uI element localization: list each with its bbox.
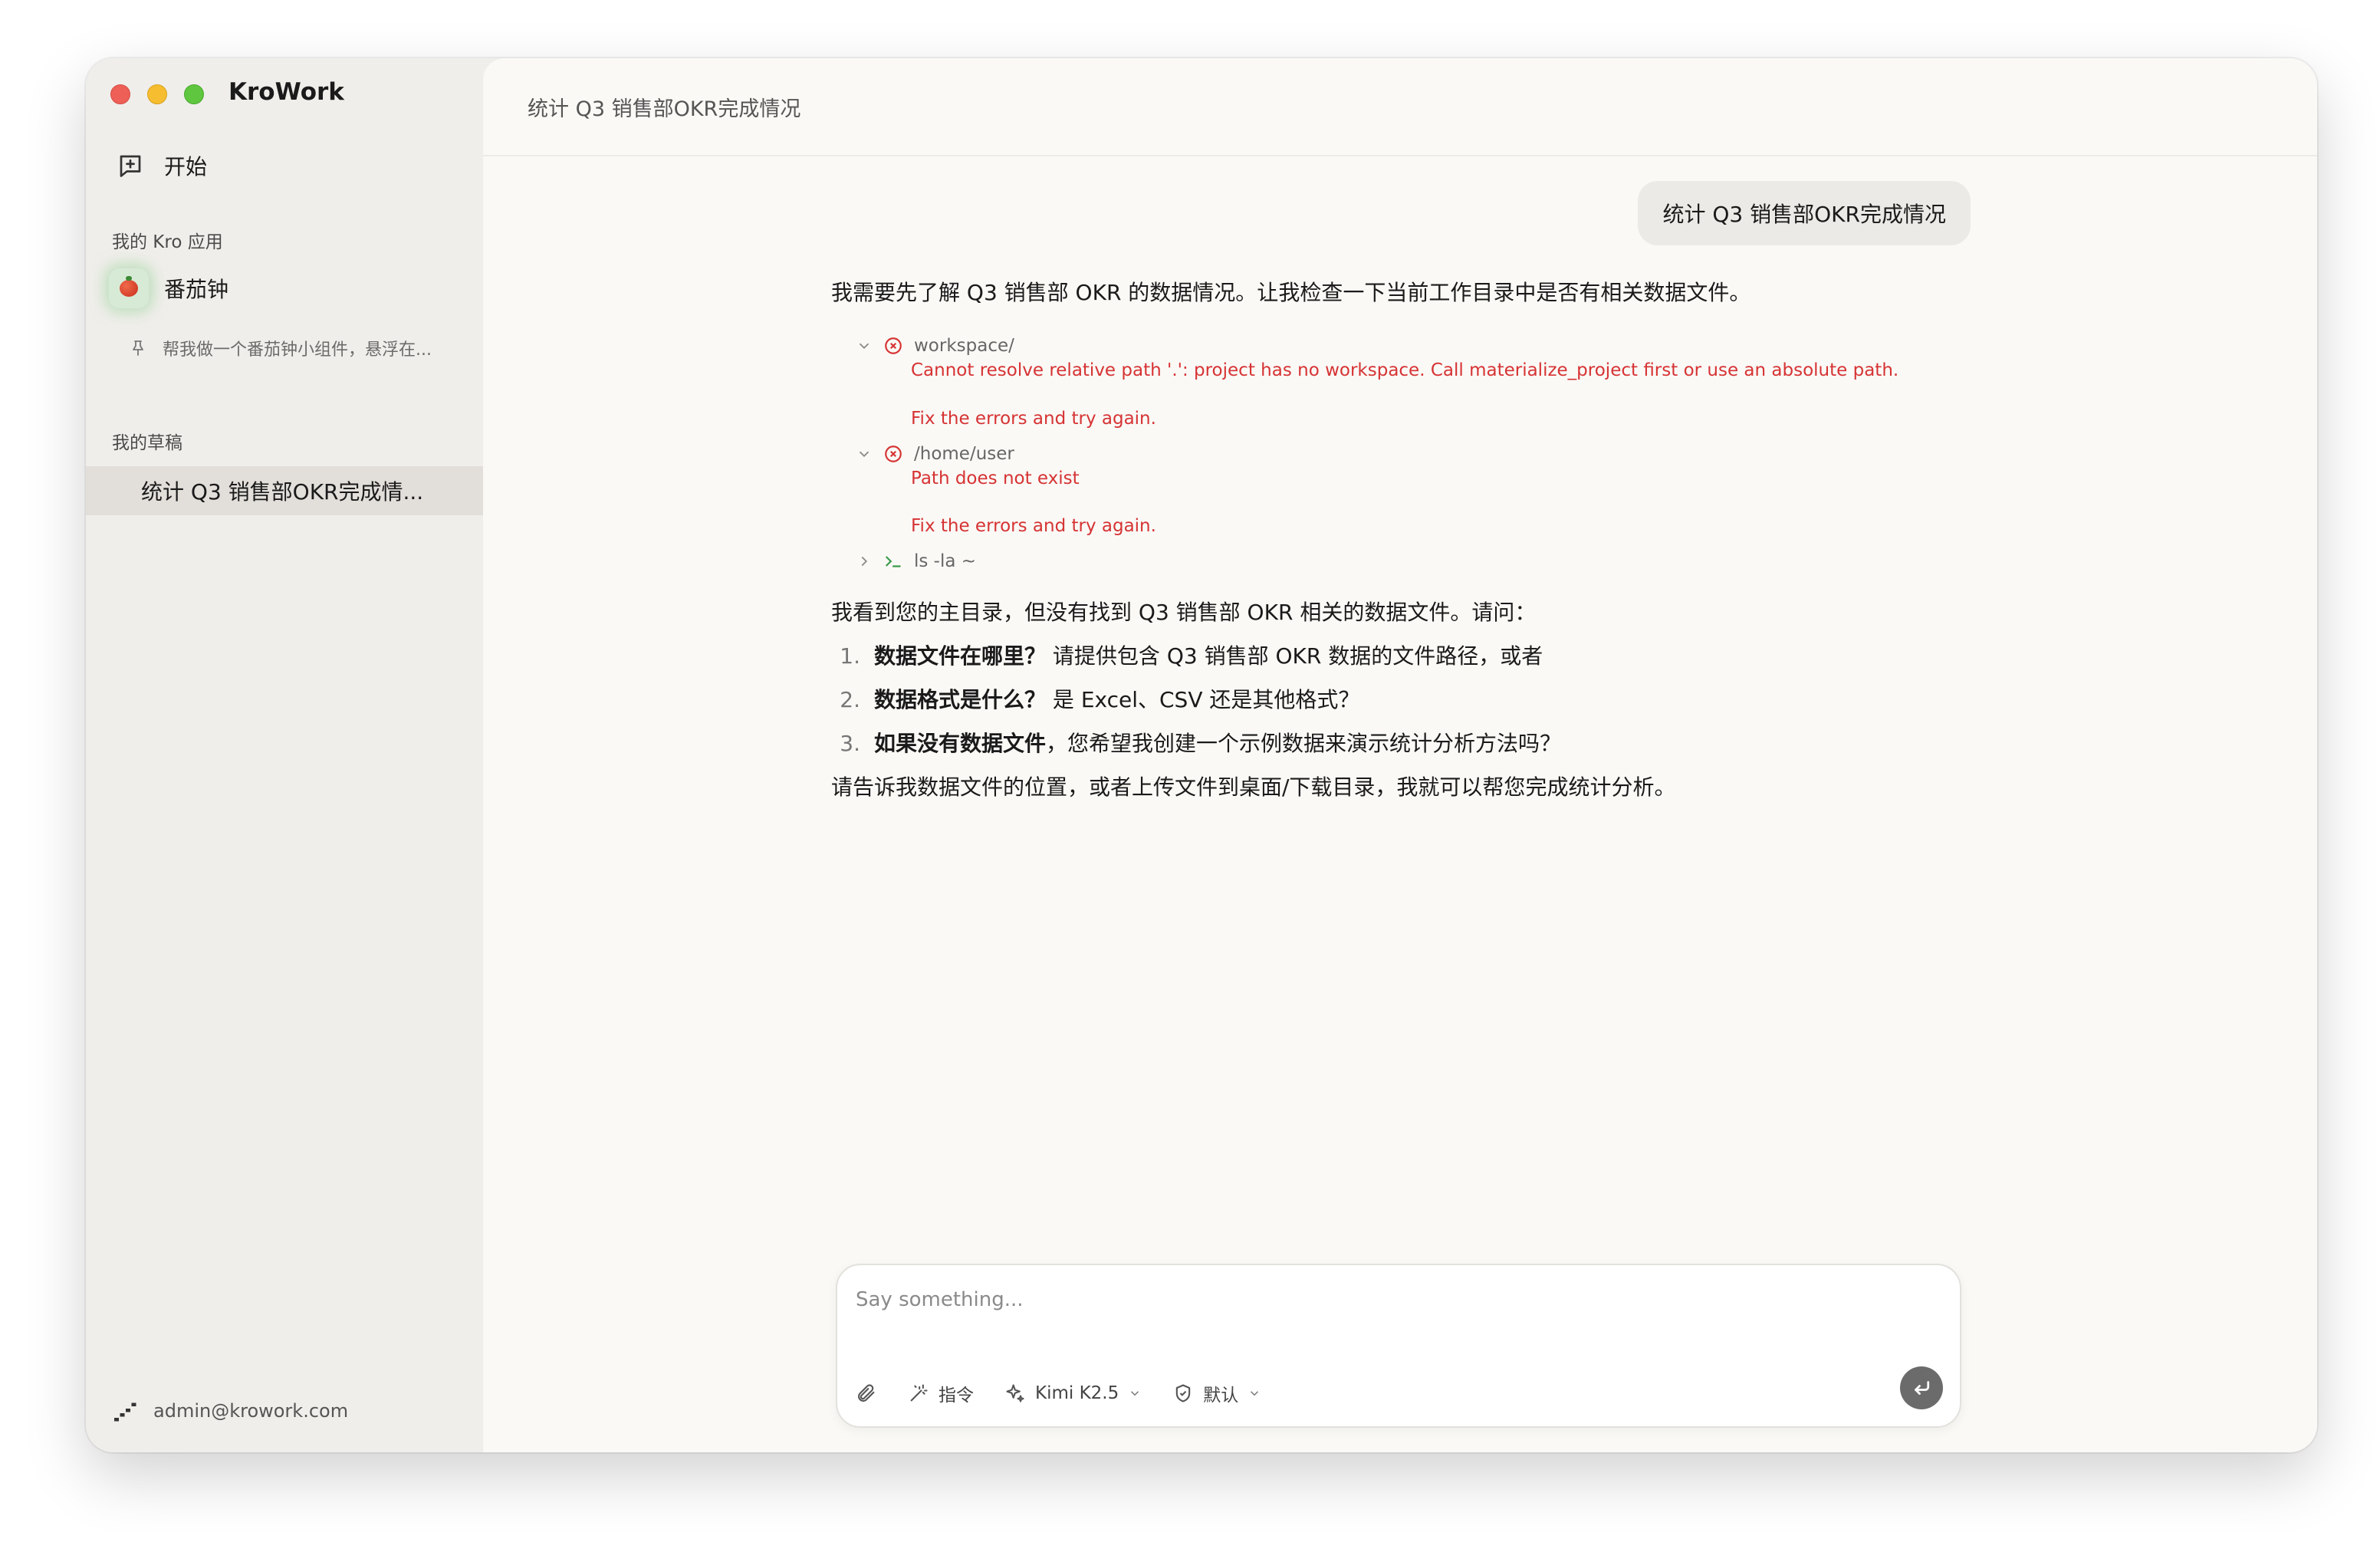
conversation-title: 统计 Q3 销售部OKR完成情况 (528, 97, 801, 121)
app-item-label: 番茄钟 (164, 277, 229, 302)
enter-icon (1915, 1381, 1930, 1395)
message-input[interactable] (856, 1282, 1929, 1317)
attach-button[interactable] (856, 1383, 877, 1404)
permission-selector[interactable]: 默认 (1172, 1380, 1261, 1406)
list-item: 3. 如果没有数据文件，您希望我创建一个示例数据来演示统计分析方法吗？ (840, 731, 1562, 757)
close-window-button[interactable] (110, 84, 130, 104)
model-label: Kimi K2.5 (1035, 1383, 1119, 1403)
drafts-section-label: 我的草稿 (112, 433, 182, 453)
chevron-down-icon[interactable] (856, 446, 873, 462)
pinned-prompt[interactable]: 帮我做一个番茄钟小组件，悬浮在... (129, 336, 474, 360)
tool-error: Cannot resolve relative path '.': projec… (911, 360, 1899, 381)
assistant-followup: 我看到您的主目录，但没有找到 Q3 销售部 OKR 相关的数据文件。请问： (831, 599, 1537, 625)
user-email: admin@krowork.com (153, 1400, 349, 1422)
model-selector[interactable]: Kimi K2.5 (1004, 1383, 1142, 1404)
tool-hint: Fix the errors and try again. (911, 408, 1156, 429)
sparkle-icon (1006, 1384, 1024, 1402)
user-account[interactable]: admin@krowork.com (112, 1397, 348, 1425)
assistant-message: 我需要先了解 Q3 销售部 OKR 的数据情况。让我检查一下当前工作目录中是否有… (831, 278, 2211, 802)
sidebar-item-pomodoro[interactable]: 番茄钟 (109, 265, 469, 311)
error-icon (885, 446, 902, 462)
start-button[interactable]: 开始 (117, 143, 207, 189)
shield-check-icon (1176, 1384, 1191, 1402)
list-item: 1. 数据文件在哪里？ 请提供包含 Q3 销售部 OKR 数据的文件路径，或者 (840, 643, 1543, 669)
tool-name: /home/user (914, 443, 1014, 464)
tool-name: workspace/ (914, 336, 1014, 357)
pinned-text: 帮我做一个番茄钟小组件，悬浮在... (163, 340, 432, 360)
start-label: 开始 (164, 154, 208, 179)
user-message: 统计 Q3 销售部OKR完成情况 (1638, 181, 1971, 245)
tool-name: ls -la ~ (914, 551, 977, 572)
maximize-window-button[interactable] (184, 84, 204, 104)
command-label: 指令 (939, 1386, 974, 1406)
send-button[interactable] (1900, 1366, 1943, 1409)
pin-icon (133, 340, 143, 356)
signal-icon (114, 1402, 136, 1422)
assistant-closing: 请告诉我数据文件的位置，或者上传文件到桌面/下载目录，我就可以帮您完成统计分析。 (831, 774, 1676, 801)
paperclip-icon (858, 1384, 875, 1402)
new-chat-icon (120, 155, 141, 177)
error-icon (885, 337, 902, 355)
tool-call[interactable]: workspace/ Cannot resolve relative path … (856, 334, 2211, 431)
tool-call[interactable]: /home/user Path does not exist Fix the e… (856, 442, 2211, 539)
apps-section-label: 我的 Kro 应用 (112, 232, 223, 252)
app-window: KroWork 开始 我的 Kro 应用 番茄钟 帮我做一个番茄钟小组件，悬浮在… (86, 58, 2317, 1452)
composer-toolbar: 指令 Kimi K2.5 默认 (856, 1380, 1261, 1406)
tomato-icon (109, 268, 149, 308)
tool-call[interactable]: ls -la ~ (856, 549, 2211, 574)
question-list: 1. 数据文件在哪里？ 请提供包含 Q3 销售部 OKR 数据的文件路径，或者 … (831, 641, 2211, 759)
assistant-intro: 我需要先了解 Q3 销售部 OKR 的数据情况。让我检查一下当前工作目录中是否有… (831, 280, 1751, 305)
magic-wand-icon (910, 1384, 928, 1402)
chevron-down-icon (1251, 1391, 1259, 1396)
terminal-icon (886, 556, 901, 567)
topbar: 统计 Q3 销售部OKR完成情况 (483, 58, 2317, 156)
composer: 指令 Kimi K2.5 默认 (836, 1264, 1961, 1428)
chevron-down-icon (1131, 1391, 1139, 1396)
sidebar: KroWork 开始 我的 Kro 应用 番茄钟 帮我做一个番茄钟小组件，悬浮在… (86, 58, 483, 1452)
list-item: 2. 数据格式是什么？ 是 Excel、CSV 还是其他格式？ (840, 686, 1360, 712)
command-button[interactable]: 指令 (908, 1380, 974, 1406)
tool-error: Path does not exist (911, 468, 1080, 488)
chevron-right-icon[interactable] (856, 553, 873, 570)
minimize-window-button[interactable] (147, 84, 167, 104)
window-controls (110, 84, 204, 104)
draft-item-label: 统计 Q3 销售部OKR完成情... (141, 479, 424, 505)
sidebar-item-draft[interactable]: 统计 Q3 销售部OKR完成情... (86, 466, 483, 515)
app-title: KroWork (228, 78, 344, 106)
chevron-down-icon[interactable] (856, 337, 873, 354)
permission-label: 默认 (1203, 1386, 1239, 1406)
main-panel: 统计 Q3 销售部OKR完成情况 统计 Q3 销售部OKR完成情况 我需要先了解… (483, 58, 2317, 1452)
tool-hint: Fix the errors and try again. (911, 516, 1156, 537)
